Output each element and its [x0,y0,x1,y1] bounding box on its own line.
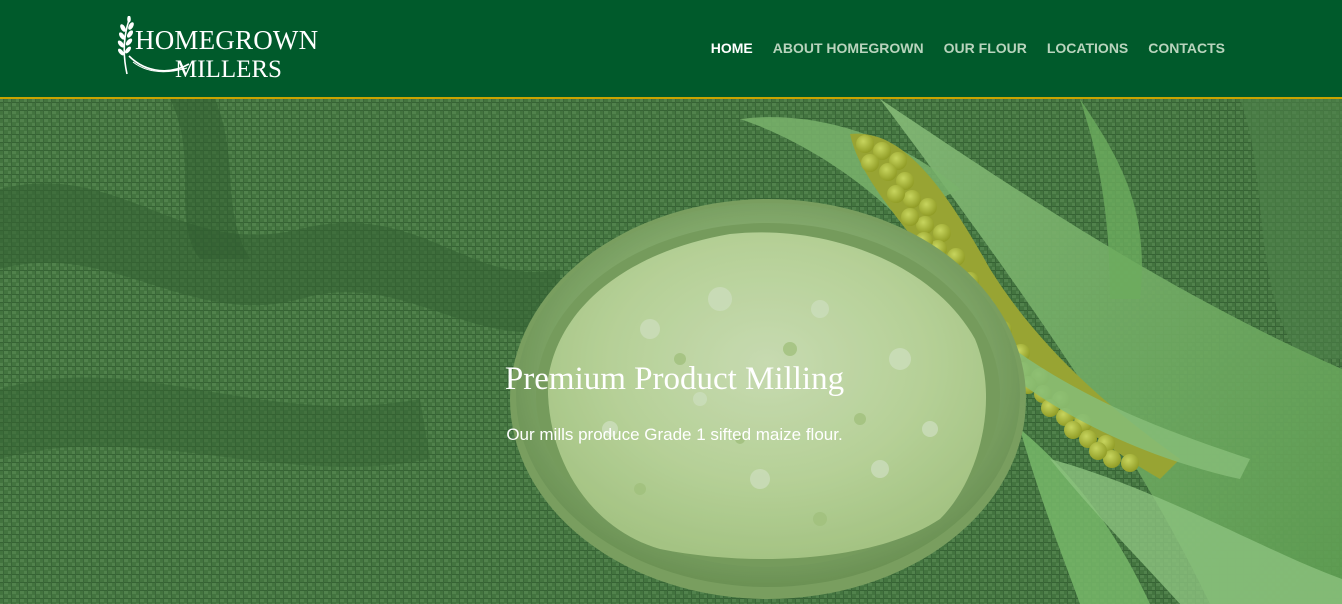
brand-name-line2: MILLERS [175,56,282,83]
brand-logo[interactable]: HOMEGROWN MILLERS [113,16,323,84]
site-header: HOMEGROWN MILLERS HOME ABOUT HOMEGROWN O… [0,0,1342,99]
hero-title: Premium Product Milling [504,361,845,397]
nav-about-homegrown[interactable]: ABOUT HOMEGROWN [773,40,924,56]
nav-locations[interactable]: LOCATIONS [1047,40,1128,56]
hero-subtitle: Our mills produce Grade 1 sifted maize f… [506,425,843,444]
nav-home[interactable]: HOME [711,40,753,56]
nav-contacts[interactable]: CONTACTS [1148,40,1225,56]
hero-tint-overlay [0,99,1342,604]
hero-banner: Premium Product Milling Our mills produc… [0,99,1342,604]
nav-our-flour[interactable]: OUR FLOUR [944,40,1027,56]
main-nav: HOME ABOUT HOMEGROWN OUR FLOUR LOCATIONS… [711,40,1225,56]
